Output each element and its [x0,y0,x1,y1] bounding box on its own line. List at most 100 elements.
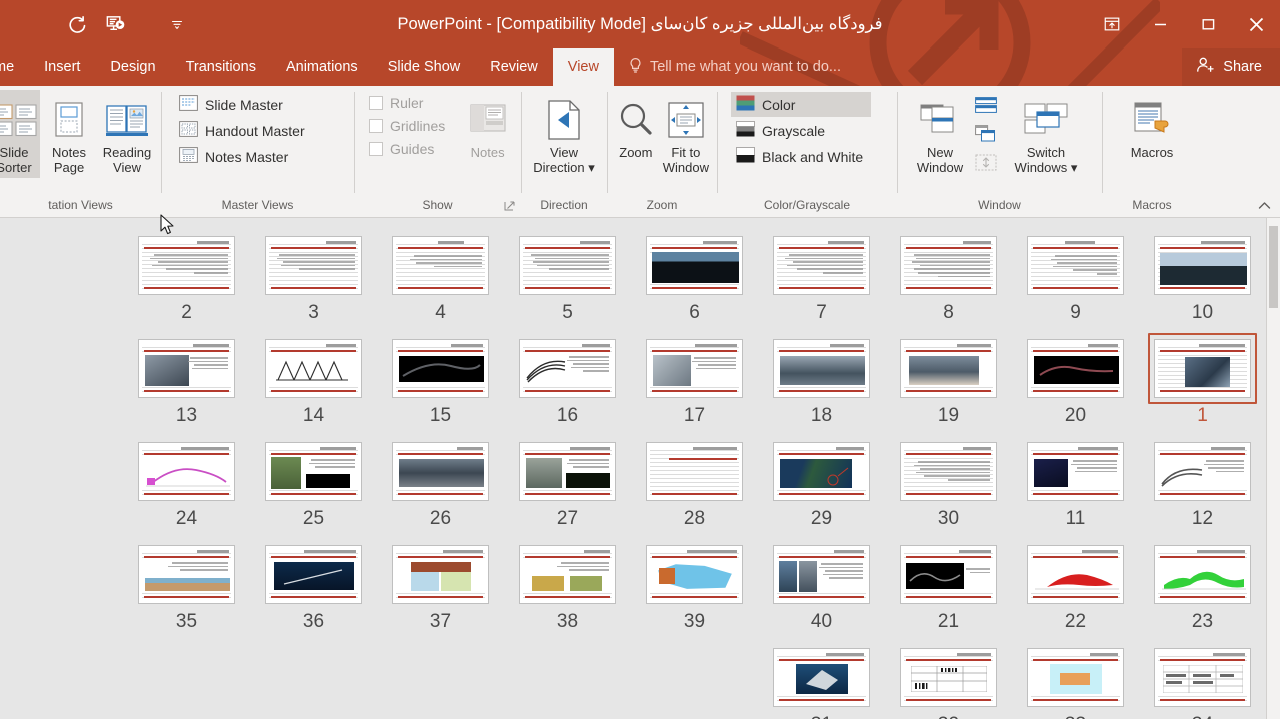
slide-number: 24 [175,508,198,529]
redo-icon[interactable] [60,9,94,39]
slide-thumbnail-31[interactable]: 31 [758,642,885,719]
tab-animations[interactable]: Animations [271,48,373,86]
slide-number: 20 [1064,405,1087,426]
slide-thumbnail-40[interactable]: 40 [758,539,885,633]
slide-thumbnail-16[interactable]: 16 [504,333,631,427]
tab-insert[interactable]: Insert [29,48,95,86]
slide-thumbnail-30[interactable]: 30 [885,436,1012,530]
person-add-icon [1196,56,1215,78]
notes-master-button[interactable]: Notes Master [174,144,313,169]
slide-preview [1154,648,1251,707]
slide-thumbnail-27[interactable]: 27 [504,436,631,530]
slide-thumbnail-32[interactable]: 32 [885,642,1012,719]
slide-thumbnail-17[interactable]: 17 [631,333,758,427]
slide-number: 12 [1191,508,1214,529]
start-from-beginning-icon[interactable] [98,9,132,39]
slide-thumbnail-19[interactable]: 19 [885,333,1012,427]
show-dialog-launcher[interactable] [503,200,517,214]
slide-thumbnail-23[interactable]: 23 [1139,539,1266,633]
slide-thumbnail-2[interactable]: 2 [123,230,250,324]
tab-transitions[interactable]: Transitions [171,48,271,86]
new-window-button[interactable]: New Window [909,90,971,178]
arrange-all-button[interactable] [971,94,1001,119]
notes-page-button[interactable]: Notes Page [40,90,98,178]
slide-thumbnail-22[interactable]: 22 [1012,539,1139,633]
tab-home[interactable]: me [0,48,29,86]
guides-checkbox[interactable]: Guides [364,138,453,160]
slide-thumbnail-37[interactable]: 37 [377,539,504,633]
move-split-button[interactable] [971,151,1001,177]
switch-windows-button[interactable]: Switch Windows ▾ [1009,90,1083,178]
slide-thumbnail-35[interactable]: 35 [123,539,250,633]
tab-slide-show[interactable]: Slide Show [373,48,476,86]
new-window-icon [919,95,961,145]
slide-thumbnail-25[interactable]: 25 [250,436,377,530]
slide-thumbnail-10[interactable]: 10 [1139,230,1266,324]
macros-button[interactable]: Macros [1115,90,1189,163]
slide-sorter-pane[interactable]: 10 9 8 7 6 5 4 3 2 1 20 19 18 17 16 15 1… [0,218,1280,719]
slide-thumbnail-33[interactable]: 33 [1012,642,1139,719]
slide-thumbnail-9[interactable]: 9 [1012,230,1139,324]
slide-preview [1027,442,1124,501]
slide-thumbnail-21[interactable]: 21 [885,539,1012,633]
slide-thumbnail-38[interactable]: 38 [504,539,631,633]
grayscale-icon [736,121,755,140]
handout-master-button[interactable]: Handout Master [174,118,313,143]
cascade-button[interactable] [971,122,1001,148]
slide-thumbnail-11[interactable]: 11 [1012,436,1139,530]
tab-design[interactable]: Design [95,48,170,86]
slide-thumbnail-15[interactable]: 15 [377,333,504,427]
zoom-button[interactable]: Zoom [612,90,660,163]
scrollbar-thumb[interactable] [1269,226,1278,308]
collapse-ribbon-button[interactable] [1253,195,1275,215]
ribbon-display-options-icon[interactable] [1088,1,1136,47]
slide-preview [1027,545,1124,604]
ruler-label: Ruler [390,95,424,111]
group-label-window: Window [978,198,1021,212]
share-button[interactable]: Share [1182,48,1280,86]
fit-to-window-icon [666,95,706,145]
ruler-checkbox[interactable]: Ruler [364,92,453,114]
customize-quick-access-toolbar-icon[interactable] [166,9,188,39]
slide-thumbnail-5[interactable]: 5 [504,230,631,324]
vertical-scrollbar[interactable] [1266,218,1280,719]
slide-thumbnail-20[interactable]: 20 [1012,333,1139,427]
gridlines-checkbox[interactable]: Gridlines [364,115,453,137]
slide-preview [392,442,489,501]
slide-thumbnail-34[interactable]: 34 [1139,642,1266,719]
slide-thumbnail-28[interactable]: 28 [631,436,758,530]
slide-thumbnail-29[interactable]: 29 [758,436,885,530]
slide-thumbnail-6[interactable]: 6 [631,230,758,324]
notes-button[interactable]: Notes [459,90,516,163]
slide-thumbnail-7[interactable]: 7 [758,230,885,324]
tab-review[interactable]: Review [475,48,553,86]
view-direction-button[interactable]: View Direction ▾ [527,90,601,178]
switch-windows-label: Switch Windows ▾ [1014,145,1078,175]
color-button[interactable]: Color [731,92,872,117]
slide-number: 4 [435,302,446,323]
slide-thumbnail-3[interactable]: 3 [250,230,377,324]
tell-me-search[interactable]: Tell me what you want to do... [614,48,1182,86]
slide-thumbnail-36[interactable]: 36 [250,539,377,633]
slide-master-button[interactable]: Slide Master [174,92,313,117]
slide-thumbnail-39[interactable]: 39 [631,539,758,633]
close-icon[interactable] [1232,1,1280,47]
grayscale-button[interactable]: Grayscale [731,118,871,143]
restore-icon[interactable] [1184,1,1232,47]
slide-sorter-button[interactable]: Slide Sorter [0,90,40,178]
slide-thumbnail-14[interactable]: 14 [250,333,377,427]
slide-thumbnail-8[interactable]: 8 [885,230,1012,324]
magnifier-icon [617,95,655,145]
tab-view[interactable]: View [552,48,614,86]
slide-thumbnail-24[interactable]: 24 [123,436,250,530]
slide-thumbnail-1[interactable]: 1 [1139,333,1266,427]
slide-thumbnail-13[interactable]: 13 [123,333,250,427]
slide-thumbnail-4[interactable]: 4 [377,230,504,324]
reading-view-button[interactable]: Reading View [98,90,156,178]
slide-thumbnail-12[interactable]: 12 [1139,436,1266,530]
black-and-white-button[interactable]: Black and White [731,144,871,169]
fit-to-window-button[interactable]: Fit to Window [660,90,712,178]
slide-thumbnail-18[interactable]: 18 [758,333,885,427]
minimize-icon[interactable] [1136,1,1184,47]
slide-thumbnail-26[interactable]: 26 [377,436,504,530]
